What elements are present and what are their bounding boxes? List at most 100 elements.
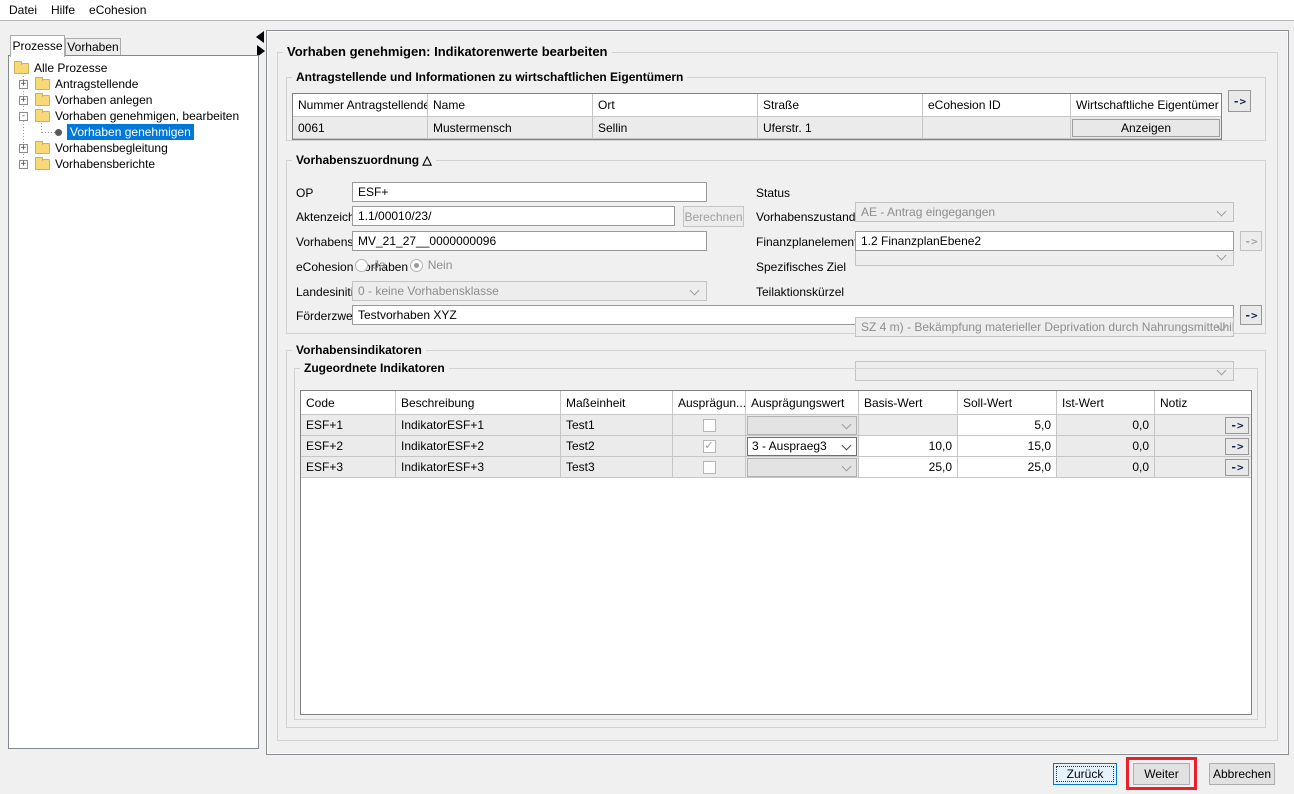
auspraegungswert-dropdown[interactable]: 3 - Auspraeg3 [747,437,857,456]
menu-item-hilfe[interactable]: Hilfe [44,0,82,20]
cell-nummer: 0061 [293,117,428,139]
applicant-detail-arrow-button[interactable]: -> [1228,90,1251,112]
tree-item-label: Vorhabensberichte [55,157,155,171]
indicator-row[interactable]: ESF+2 IndikatorESF+2 Test2 3 - Auspraeg3… [301,436,1251,457]
dropdown-value: 3 - Auspraeg3 [752,439,827,453]
foerderzweck-arrow-button[interactable]: -> [1240,305,1262,325]
folder-icon [35,159,50,170]
chevron-down-icon [690,286,700,296]
cell-beschreibung: IndikatorESF+2 [396,436,561,457]
spezifisches-ziel-value: SZ 4 m) - Bekämpfung materieller Depriva… [861,320,1234,334]
teilaktionskuerzel-label: Teilaktionskürzel [756,285,844,299]
auspraegungswert-dropdown [747,458,857,477]
aktenzeichen-field[interactable]: 1.1/00010/23/ [352,206,675,226]
cell-soll-wert[interactable]: 5,0 [958,415,1057,436]
applicant-group-title: Antragstellende und Informationen zu wir… [292,70,687,84]
spezifisches-ziel-dropdown: SZ 4 m) - Bekämpfung materieller Depriva… [855,317,1234,337]
expand-plus-icon[interactable]: + [19,96,28,105]
column-header: Code [301,391,396,415]
spezifisches-ziel-label: Spezifisches Ziel [756,260,846,274]
expand-plus-icon[interactable]: + [19,160,28,169]
cell-auspraegung [673,457,746,478]
folder-icon [14,63,29,74]
menu-item-ecohesion[interactable]: eCohesion [82,0,153,20]
menu-item-datei[interactable]: Datei [2,0,44,20]
expand-plus-icon[interactable]: + [19,144,28,153]
tree-item-vorhaben-genehmigen[interactable]: Vorhaben genehmigen [55,124,194,140]
cell-soll-wert[interactable]: 15,0 [958,436,1057,457]
tab-vorhaben[interactable]: Vorhaben [65,38,121,56]
cell-ist-wert: 0,0 [1057,415,1155,436]
tree-item-vorhaben-genehmigen-bearbeiten[interactable]: - Vorhaben genehmigen, bearbeiten [19,108,239,124]
collapse-minus-icon[interactable]: - [19,112,28,121]
cell-eigentuemer: Anzeigen [1071,117,1221,139]
cell-basis-wert[interactable]: 10,0 [859,436,958,457]
cell-ist-wert: 0,0 [1057,457,1155,478]
cell-masseinheit: Test3 [561,457,673,478]
checkbox-checked-icon [703,440,716,453]
tree-item-label: Alle Prozesse [34,61,107,75]
indicator-row[interactable]: ESF+1 IndikatorESF+1 Test1 5,0 0,0 -> [301,415,1251,436]
chevron-down-icon [842,461,852,471]
notiz-arrow-button[interactable]: -> [1225,417,1249,434]
tree-item-vorhabensbegleitung[interactable]: + Vorhabensbegleitung [19,140,168,156]
weiter-button[interactable]: Weiter [1133,763,1190,785]
applicant-table-header: Nummer Antragstellende Name Ort Straße e… [293,94,1221,117]
table-row[interactable]: 0061 Mustermensch Sellin Uferstr. 1 Anze… [293,117,1221,139]
expand-plus-icon[interactable]: + [19,80,28,89]
vorhabens-id-field[interactable]: MV_21_27__0000000096 [352,231,707,251]
indicators-table-header: Code Beschreibung Maßeinheit Ausprägun..… [301,391,1251,415]
indicator-row[interactable]: ESF+3 IndikatorESF+3 Test3 25,0 25,0 0,0… [301,457,1251,478]
notiz-arrow-button[interactable]: -> [1225,438,1249,455]
landesinitiative-value: 0 - keine Vorhabensklasse [358,284,499,298]
op-field[interactable]: ESF+ [352,182,707,202]
finanzplanelement-label: Finanzplanelement [756,235,857,249]
radio-ja [355,259,368,272]
chevron-down-icon [842,419,852,429]
cell-code: ESF+2 [301,436,396,457]
page-title: Vorhaben genehmigen: Indikatorenwerte be… [283,44,612,59]
cell-masseinheit: Test1 [561,415,673,436]
tree-item-alle-prozesse[interactable]: Alle Prozesse [14,60,107,76]
assignment-group-title-text: Vorhabenszuordnung [296,153,419,167]
finanzplanelement-field[interactable]: 1.2 FinanzplanEbene2 [855,231,1234,251]
anzeigen-button[interactable]: Anzeigen [1072,119,1220,137]
splitter-collapse-left-icon[interactable] [256,31,264,43]
op-label: OP [296,186,313,200]
chevron-down-icon [1217,207,1227,217]
tab-prozesse[interactable]: Prozesse [10,35,65,57]
cell-strasse: Uferstr. 1 [758,117,923,139]
indicators-table: Code Beschreibung Maßeinheit Ausprägun..… [300,390,1252,715]
cell-basis-wert[interactable]: 25,0 [859,457,958,478]
tree-item-vorhaben-anlegen[interactable]: + Vorhaben anlegen [19,92,152,108]
cell-auspraegung [673,436,746,457]
cell-code: ESF+1 [301,415,396,436]
folder-icon [35,79,50,90]
column-header: Straße [758,94,923,117]
menu-bar: Datei Hilfe eCohesion [0,0,1294,21]
cell-soll-wert[interactable]: 25,0 [958,457,1057,478]
tree-item-label: Vorhaben genehmigen, bearbeiten [55,109,239,123]
status-value: AE - Antrag eingegangen [861,205,995,219]
cell-ort: Sellin [593,117,758,139]
zurueck-button[interactable]: Zurück [1053,763,1117,785]
status-label: Status [756,186,790,200]
abbrechen-button[interactable]: Abbrechen [1209,763,1275,785]
cell-beschreibung: IndikatorESF+3 [396,457,561,478]
tree-item-label: Antragstellende [55,77,138,91]
cell-notiz: -> [1155,415,1251,436]
tree-item-vorhabensberichte[interactable]: + Vorhabensberichte [19,156,155,172]
cell-ist-wert: 0,0 [1057,436,1155,457]
column-header: Basis-Wert [859,391,958,415]
landesinitiative-dropdown: 0 - keine Vorhabensklasse [352,281,707,301]
column-header: Soll-Wert [958,391,1057,415]
column-header: Maßeinheit [561,391,673,415]
bullet-icon [55,129,62,136]
tree-item-label-selected: Vorhaben genehmigen [67,124,194,140]
tree-item-antragstellende[interactable]: + Antragstellende [19,76,138,92]
column-header: Beschreibung [396,391,561,415]
status-dropdown: AE - Antrag eingegangen [855,202,1234,222]
notiz-arrow-button[interactable]: -> [1225,459,1249,476]
assigned-indicators-title: Zugeordnete Indikatoren [300,361,449,375]
ecohesion-radio-group: Ja Nein [355,258,452,272]
